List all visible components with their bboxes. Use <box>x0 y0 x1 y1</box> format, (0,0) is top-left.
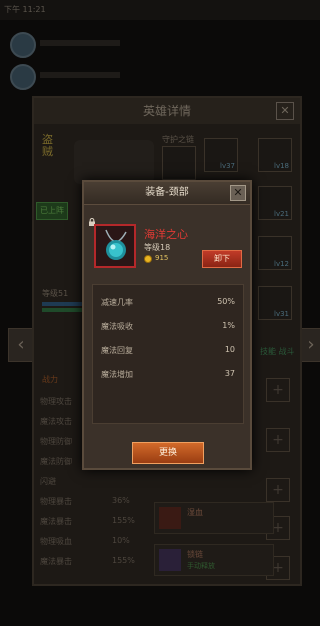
item-stat-row: 魔法增加 37 <box>93 369 243 389</box>
item-stat-row: 魔法吸收 1% <box>93 321 243 341</box>
hero-portrait <box>74 140 154 184</box>
skill-row[interactable]: 湿血 <box>154 502 274 534</box>
bg-stat-name: 物理防御 <box>40 437 72 446</box>
bg-stat-name: 魔法暴击 <box>40 557 72 566</box>
player-bar <box>40 40 120 46</box>
bg-stat-name: 物理攻击 <box>40 397 72 406</box>
item-stat-name: 减速几率 <box>101 298 133 307</box>
skill-icon <box>159 549 181 571</box>
hero-level: 等级51 <box>42 289 69 298</box>
slot-level: lv31 <box>274 310 289 318</box>
class-label: 盗贼 <box>42 133 53 158</box>
bg-stat-name: 物理暴击 <box>40 497 72 506</box>
skill-icon <box>159 507 181 529</box>
player-row-2 <box>10 62 310 92</box>
bg-stat-name: 魔法暴击 <box>40 517 72 526</box>
slot-level: lv21 <box>274 210 289 218</box>
item-stat-value: 1% <box>222 321 235 330</box>
prev-hero-arrow[interactable]: ‹ <box>8 328 34 362</box>
equipment-slot-boots[interactable]: lv31 <box>258 286 292 320</box>
bg-stat-value: 155% <box>112 556 135 565</box>
status-time: 下午 11:21 <box>4 5 46 14</box>
equipment-slot-ring[interactable]: lv12 <box>258 236 292 270</box>
bg-stat-value: 155% <box>112 516 135 525</box>
status-bar: 下午 11:21 <box>0 0 320 20</box>
gold-coin-icon <box>144 255 152 263</box>
bg-stat-name: 魔法攻击 <box>40 417 72 426</box>
item-stat-row: 减速几率 50% <box>93 297 243 317</box>
bg-stat-name: 闪避 <box>40 477 56 486</box>
skill-name: 湿血 <box>187 508 203 517</box>
slot-level: lv37 <box>220 162 235 170</box>
slot-caption: 守护之链 <box>162 135 194 144</box>
equipment-slot-armor[interactable]: lv21 <box>258 186 292 220</box>
item-price: 915 <box>155 254 169 262</box>
bg-stat-value: 36% <box>112 496 130 505</box>
bg-stat-value: 10% <box>112 536 130 545</box>
avatar <box>10 64 36 90</box>
item-icon-frame[interactable] <box>94 224 136 268</box>
equipment-slot-helmet[interactable]: lv37 <box>204 138 238 172</box>
item-stat-name: 魔法回复 <box>101 346 133 355</box>
add-slot-button[interactable]: + <box>266 428 290 452</box>
slot-level: lv18 <box>274 162 289 170</box>
unequip-button[interactable]: 卸下 <box>202 250 242 268</box>
skill-name: 锁链 <box>187 550 203 559</box>
skill-desc: 手动释放 <box>187 562 215 570</box>
bg-stat-name: 物理吸血 <box>40 537 72 546</box>
item-stat-value: 37 <box>224 369 235 378</box>
add-slot-button[interactable]: + <box>266 478 290 502</box>
hp-bar <box>42 308 82 312</box>
equipment-slot-neck[interactable]: lv18 <box>258 138 292 172</box>
add-slot-button[interactable]: + <box>266 378 290 402</box>
item-stat-value: 10 <box>224 345 235 354</box>
dialog-close-button[interactable]: ✕ <box>230 185 246 201</box>
item-stats-box: 减速几率 50% 魔法吸收 1% 魔法回复 10 魔法增加 37 <box>92 284 244 424</box>
skill-switch[interactable]: 技能 战斗 <box>260 346 295 357</box>
item-name: 海洋之心 <box>144 228 188 241</box>
skill-row[interactable]: 锁链 手动释放 <box>154 544 274 576</box>
power-label: 战力 <box>42 375 58 384</box>
item-stat-name: 魔法增加 <box>101 370 133 379</box>
replace-button[interactable]: 更换 <box>132 442 204 464</box>
avatar <box>10 32 36 58</box>
bg-stat-name: 魔法防御 <box>40 457 72 466</box>
item-level: 等级18 <box>144 243 171 252</box>
item-stat-row: 魔法回复 10 <box>93 345 243 365</box>
item-stat-value: 50% <box>217 297 235 306</box>
deploy-badge[interactable]: 已上阵 <box>36 202 68 220</box>
hero-panel-close-button[interactable]: ✕ <box>276 102 294 120</box>
player-row-1 <box>10 30 310 60</box>
equipment-dialog: 装备-颈部 ✕ 海洋之心 等级18 915 卸下 减速几率 50% 魔法吸收 1… <box>82 180 252 470</box>
hero-panel-title: 英雄详情 <box>34 98 300 124</box>
item-stat-name: 魔法吸收 <box>101 322 133 331</box>
exp-bar <box>42 302 82 306</box>
dialog-title: 装备-颈部 <box>84 182 250 205</box>
player-bar <box>40 72 120 78</box>
slot-level: lv12 <box>274 260 289 268</box>
ocean-heart-necklace-icon <box>105 229 127 260</box>
equipment-slot-weapon[interactable] <box>162 146 196 180</box>
